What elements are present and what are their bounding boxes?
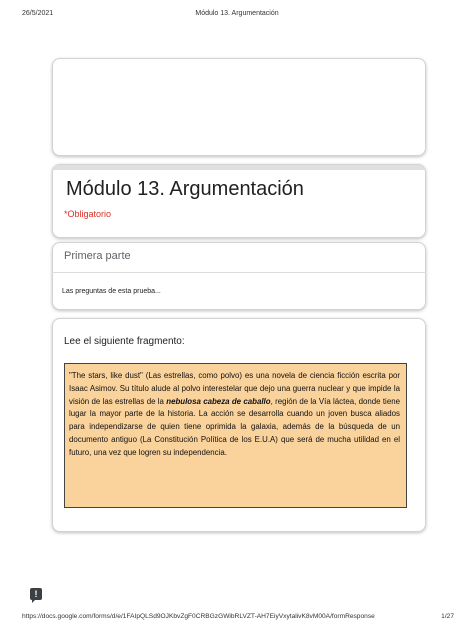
print-footer-url: https://docs.google.com/forms/d/e/1FAIpQ… (22, 613, 375, 620)
title-card-accent (53, 165, 425, 170)
section-divider (52, 272, 426, 273)
print-header-title: Módulo 13. Argumentación (195, 10, 279, 17)
passage-emphasis: nebulosa cabeza de caballo (166, 396, 271, 406)
report-problem-icon[interactable]: ! (30, 588, 42, 603)
section-description: Las preguntas de esta prueba... (62, 288, 161, 295)
section-heading: Primera parte (64, 250, 131, 262)
passage-box: "The stars, like dust" (Las estrellas, c… (64, 363, 407, 508)
header-banner (52, 58, 426, 156)
required-note: *Obligatorio (64, 209, 112, 219)
question-title: Lee el siguiente fragmento: (64, 336, 185, 347)
form-title: Módulo 13. Argumentación (66, 178, 304, 200)
form-title-card: Módulo 13. Argumentación (52, 164, 426, 238)
page-number: 1/27 (441, 613, 454, 620)
